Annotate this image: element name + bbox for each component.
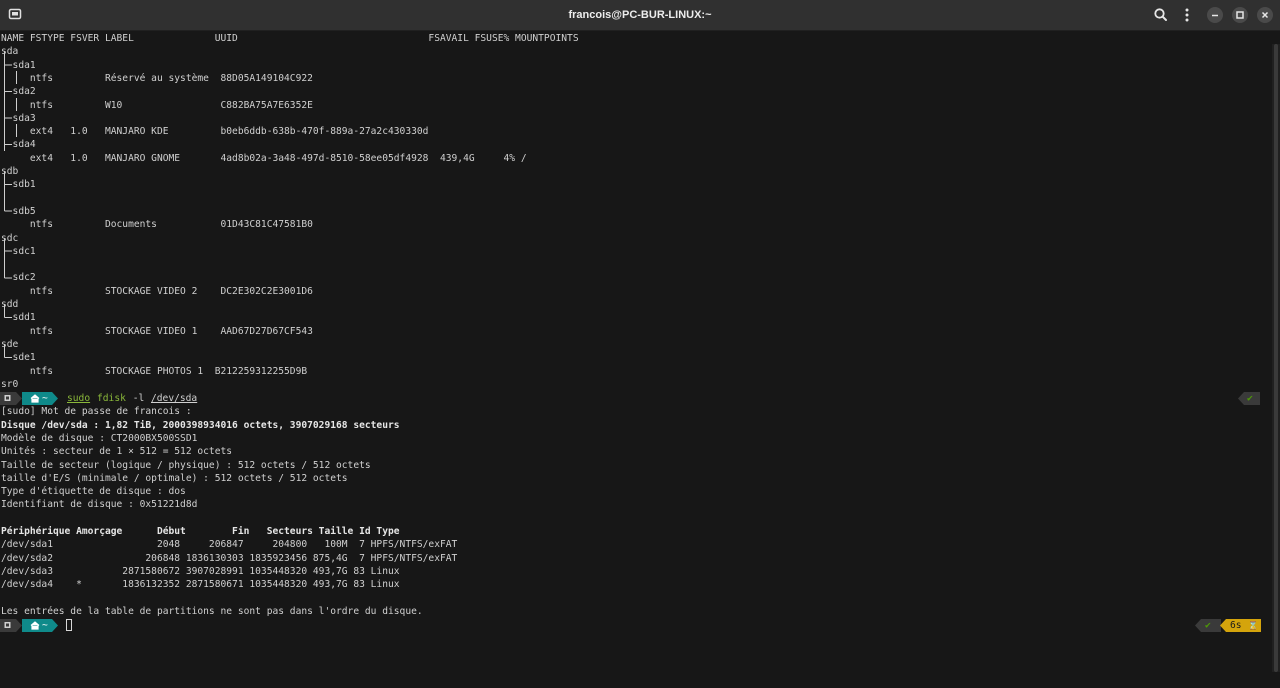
prompt-segments	[0, 618, 58, 632]
partition-order-warning: Les entrées de la table de partitions ne…	[1, 605, 423, 617]
sudo-password-prompt: [sudo] Mot de passe de francois :	[1, 406, 192, 418]
disk-summary: Disque /dev/sda : 1,82 TiB, 200039893401…	[1, 419, 400, 431]
command-path: /dev/sda	[151, 393, 198, 404]
lsblk-line: ext4 1.0 MANJARO GNOME 4ad8b02a-3a48-497…	[1, 152, 527, 164]
lsblk-line: ntfs W10 C882BA75A7E6352E	[1, 99, 313, 111]
disk-info-line: Taille de secteur (logique / physique) :…	[1, 459, 371, 471]
prompt-dir: ~	[42, 619, 48, 631]
lsblk-line: ntfs STOCKAGE VIDEO 1 AAD67D27D67CF543	[1, 325, 313, 337]
hourglass-icon: ⌛	[1248, 620, 1258, 630]
lsblk-line: ntfs Documents 01D43C81C47581B0	[1, 219, 313, 231]
maximize-button[interactable]	[1232, 7, 1248, 23]
command-args: -l	[127, 393, 151, 404]
prompt-segments	[0, 392, 58, 405]
minimize-icon	[1212, 14, 1218, 17]
disk-info-line: Identifiant de disque : 0x51221d8d	[1, 499, 198, 511]
partition-row: /dev/sda4 * 1836132352 2871580671 103544…	[1, 579, 400, 591]
search-icon[interactable]	[1150, 4, 1172, 26]
partition-table-header: Périphérique Amorçage Début Fin Secteurs…	[1, 526, 400, 537]
disk-info-line: taille d'E/S (minimale / optimale) : 512…	[1, 472, 348, 484]
command-name: fdisk	[97, 393, 126, 404]
command-sudo: sudo	[67, 393, 91, 404]
scrollbar-thumb[interactable]	[1274, 44, 1278, 672]
disk-info-line: Modèle de disque : CT2000BX500SSD1	[1, 432, 198, 444]
status-ok-icon: ✔	[1247, 393, 1253, 404]
lsblk-line: ntfs STOCKAGE VIDEO 2 DC2E302C2E3001D6	[1, 285, 313, 297]
lsblk-line: sr0	[1, 378, 19, 390]
status-ok-icon: ✔	[1205, 619, 1211, 631]
disk-info-line: Unités : secteur de 1 × 512 = 512 octets	[1, 446, 233, 458]
prompt-dir: ~	[42, 393, 48, 404]
partition-row: /dev/sda3 2871580672 3907028991 10354483…	[1, 565, 400, 577]
device-tree-lines	[4, 51, 17, 358]
close-icon	[1261, 11, 1269, 19]
terminal-output[interactable]: NAME FSTYPE FSVER LABEL UUID FSAVAIL FSU…	[0, 32, 1270, 682]
lsblk-line: ext4 1.0 MANJARO KDE b0eb6ddb-638b-470f-…	[1, 126, 429, 138]
maximize-icon	[1236, 11, 1244, 19]
close-button[interactable]	[1257, 7, 1273, 23]
command-duration: 6s	[1230, 619, 1242, 631]
text-cursor[interactable]	[66, 618, 72, 631]
kebab-menu-icon[interactable]	[1176, 4, 1198, 26]
partition-row: /dev/sda1 2048 206847 204800 100M 7 HPFS…	[1, 539, 458, 551]
scrollbar[interactable]	[1272, 44, 1280, 672]
disk-info-line: Type d'étiquette de disque : dos	[1, 486, 186, 498]
minimize-button[interactable]	[1207, 7, 1223, 23]
title-bar: francois@PC-BUR-LINUX:~	[0, 0, 1280, 31]
partition-row: /dev/sda2 206848 1836130303 1835923456 8…	[1, 552, 458, 564]
lsblk-line: ntfs Réservé au système 88D05A149104C922	[1, 72, 313, 84]
lsblk-line: ntfs STOCKAGE PHOTOS 1 B212259312255D9B	[1, 365, 308, 377]
lsblk-header: NAME FSTYPE FSVER LABEL UUID FSAVAIL FSU…	[1, 33, 579, 44]
window-title: francois@PC-BUR-LINUX:~	[568, 9, 712, 21]
